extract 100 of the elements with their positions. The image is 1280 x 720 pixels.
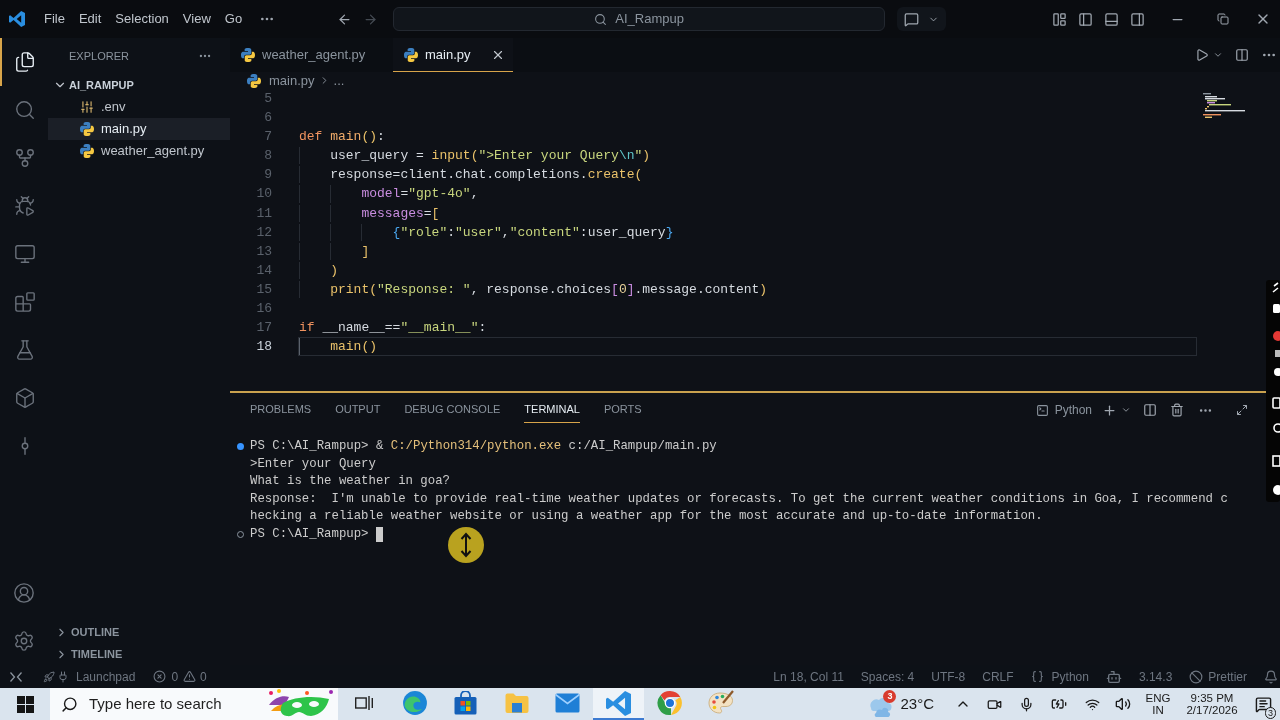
blocks-icon [14, 291, 36, 313]
shopping-bag-icon [454, 691, 477, 715]
settings-icon[interactable] [13, 630, 35, 652]
line-number: 11 [255, 204, 272, 223]
code-line: def main(): [298, 128, 386, 147]
python-file-icon [404, 47, 418, 62]
launchpad-button[interactable]: Launchpad [43, 667, 136, 686]
layout-icon[interactable] [1052, 11, 1067, 27]
account-icon[interactable] [13, 582, 35, 604]
chat-button[interactable] [897, 7, 947, 31]
clock[interactable]: 9:35 PM 2/17/2026 [1178, 688, 1246, 720]
code-line: ) [298, 260, 1197, 280]
line-number: 5 [263, 90, 272, 108]
restore-icon[interactable] [1217, 13, 1229, 25]
status-item[interactable]: UTF-8 [931, 667, 966, 686]
windows-logo-icon[interactable] [16, 695, 34, 713]
status-item[interactable]: Ln 18, Col 11 [773, 667, 844, 686]
panel-tab[interactable]: PROBLEMS [250, 397, 312, 423]
menu-item[interactable]: Edit [71, 7, 109, 31]
sidebar-toggle-icon[interactable] [1078, 11, 1093, 27]
robot-icon[interactable] [1105, 668, 1122, 685]
mask-icon [267, 689, 335, 719]
files-icon [14, 51, 36, 73]
code-line: response=client.chat.completions.create( [298, 165, 1197, 185]
mail-icon [555, 693, 580, 713]
status-item[interactable]: 3.14.3 [1138, 667, 1173, 686]
error-icon [153, 670, 167, 683]
editor-tab[interactable]: weather_agent.py [230, 38, 393, 72]
maximize-icon[interactable] [1236, 404, 1248, 416]
folder-item[interactable]: AI_RAMPUP [48, 74, 230, 96]
line-number: 12 [255, 223, 272, 242]
sliders-icon [80, 100, 94, 114]
panel-toggle-icon[interactable] [1104, 11, 1119, 27]
breadcrumb[interactable]: ... [333, 70, 345, 91]
python-file-icon [247, 73, 261, 88]
notification-center[interactable]: 3 [1246, 688, 1280, 720]
remote-icon[interactable] [10, 671, 22, 682]
panel-tab[interactable]: PORTS [603, 397, 642, 423]
terminal-selector[interactable]: Python [1035, 401, 1092, 419]
run-icon[interactable] [1195, 48, 1209, 62]
search-icon [594, 12, 608, 26]
battery-charging-icon[interactable] [1051, 696, 1067, 712]
menu-item[interactable]: Go [217, 7, 250, 31]
menu-item[interactable]: Selection [108, 7, 176, 31]
tree-item[interactable]: weather_agent.py [48, 140, 230, 162]
split-terminal-icon[interactable] [1143, 403, 1157, 417]
back-arrow-icon[interactable] [337, 11, 353, 27]
folder-icon [504, 693, 529, 713]
taskbar-app[interactable] [593, 688, 644, 720]
section-header[interactable]: TIMELINE [48, 643, 230, 665]
tree-item[interactable]: main.py [48, 118, 230, 140]
wifi-icon[interactable] [1084, 696, 1100, 712]
menu-item[interactable]: File [37, 7, 72, 31]
language-indicator[interactable]: ENG IN [1138, 688, 1178, 720]
notification-badge: 3 [883, 690, 897, 703]
weather-widget[interactable]: 3 23°C [867, 688, 948, 720]
terminal-line: PS C:\AI_Rampup> & C:/Python314/python.exe c:/AI_Rampup/main.py [250, 438, 717, 455]
microphone-icon[interactable] [1018, 696, 1034, 712]
code-line: user_query = input(">Enter your Query\n") [298, 146, 1197, 166]
terminal-prompt: PS C:\AI_Rampup> [250, 525, 369, 543]
circle-logo-icon [656, 690, 683, 716]
editor-tab[interactable]: main.py [393, 38, 513, 72]
caret-icon[interactable] [1121, 405, 1131, 415]
split-editor-icon[interactable] [1235, 48, 1249, 62]
secondary-sidebar-icon[interactable] [1130, 11, 1145, 27]
panel-tab[interactable]: OUTPUT [335, 397, 381, 423]
search-input[interactable]: Type here to search [89, 692, 259, 716]
section-header[interactable]: OUTLINE [48, 621, 230, 643]
flask-icon [14, 339, 36, 361]
terminal-line: What is the weather in goa? [250, 473, 450, 491]
plug-icon [57, 670, 69, 683]
caret-icon[interactable] [1213, 50, 1223, 60]
line-number: 10 [255, 185, 272, 204]
problems-button[interactable]: 0 0 [153, 667, 207, 686]
tree-item[interactable]: .env [48, 96, 230, 118]
line-number: 9 [263, 166, 272, 185]
bell-icon[interactable] [1264, 669, 1278, 684]
trash-icon[interactable] [1170, 403, 1184, 417]
monitor-icon [14, 243, 36, 265]
search-box[interactable]: Type here to search [50, 688, 338, 720]
line-number: 8 [263, 147, 272, 166]
language-mode[interactable]: Python [1030, 667, 1089, 686]
status-item[interactable]: CRLF [982, 667, 1014, 686]
resize-cursor-icon [448, 527, 484, 563]
python-file-icon [80, 144, 94, 158]
app-logo-icon [9, 11, 25, 27]
line-number: 6 [263, 109, 272, 128]
formatter-status[interactable]: Prettier [1189, 667, 1247, 686]
line-number: 13 [255, 242, 272, 261]
speaker-icon[interactable] [1115, 696, 1131, 712]
status-item[interactable]: Spaces: 4 [860, 667, 915, 686]
plus-icon[interactable] [1102, 402, 1117, 418]
chat-icon [904, 11, 920, 27]
breadcrumb[interactable]: main.py [269, 70, 315, 91]
warning-icon [183, 670, 197, 683]
panel-tab[interactable]: DEBUG CONSOLE [404, 397, 501, 423]
panel-tab[interactable]: TERMINAL [524, 397, 580, 423]
bug-play-icon [14, 195, 36, 217]
command-center[interactable]: AI_Rampup [393, 7, 886, 31]
menu-item[interactable]: View [175, 7, 218, 31]
